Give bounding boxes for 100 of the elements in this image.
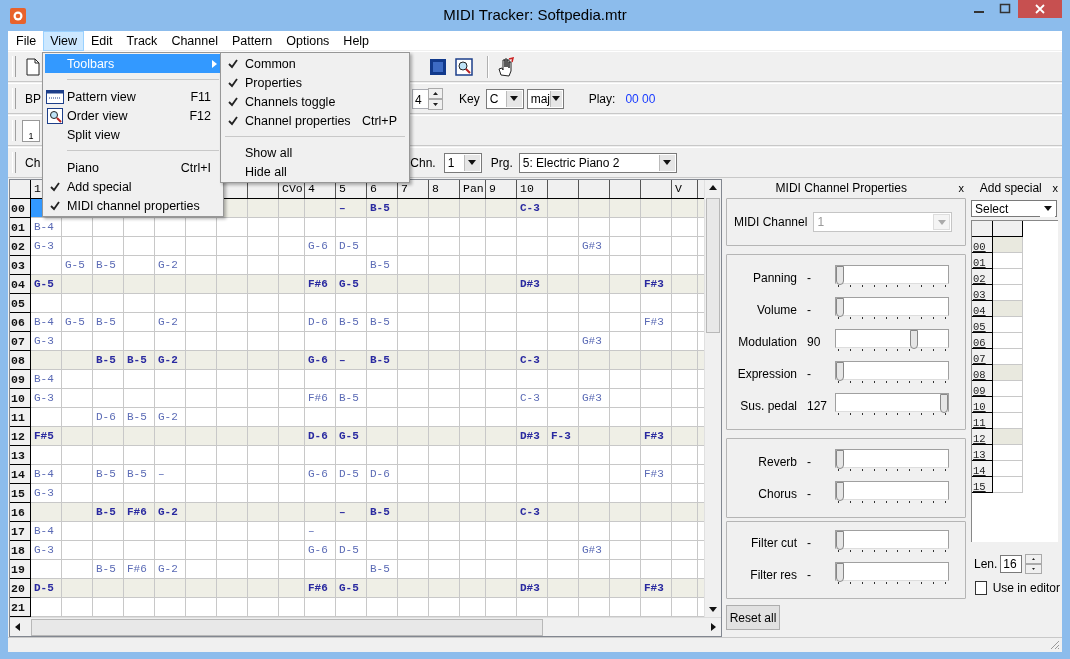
row-number: 12 <box>972 429 993 445</box>
menu-item[interactable]: Channel properties Ctrl+P <box>223 111 407 130</box>
slider-label: Chorus <box>757 487 797 501</box>
menu-item[interactable]: Options <box>279 30 337 51</box>
row-number: 10 <box>972 397 993 413</box>
column-header[interactable]: 7 <box>398 180 429 198</box>
row-number: 19 <box>10 560 31 579</box>
row-number: 01 <box>10 218 31 237</box>
row-number: 00 <box>972 237 993 253</box>
row-number: 21 <box>10 598 31 617</box>
menu-item[interactable]: Hide all <box>223 162 407 181</box>
menu-item[interactable]: Channels toggle <box>223 92 407 111</box>
menu-item[interactable]: Track <box>119 30 165 51</box>
slider-label: Expression <box>736 367 797 381</box>
program-dropdown[interactable]: 5: Electric Piano 2 <box>518 152 677 173</box>
slider-label: Filter cut <box>750 536 797 550</box>
length-label: Len. <box>974 557 998 571</box>
panel-title: MIDI Channel Properties <box>774 180 908 195</box>
menu-item[interactable]: Help <box>336 30 377 51</box>
row-number: 07 <box>972 349 993 365</box>
row-number: 09 <box>972 381 993 397</box>
column-header[interactable]: 8 <box>429 180 460 198</box>
row-number: 06 <box>972 333 993 349</box>
program-label: Prg. <box>490 155 513 170</box>
row-number: 14 <box>10 465 31 484</box>
slider-label: Panning <box>751 271 797 285</box>
spin-field[interactable]: 4 <box>412 88 428 109</box>
menu-item[interactable]: Show all <box>223 143 407 162</box>
length-field[interactable]: 16 <box>1000 555 1023 573</box>
menu-item[interactable]: Piano Ctrl+I <box>45 158 221 177</box>
row-number: 18 <box>10 541 31 560</box>
channel-toggle[interactable]: 1 <box>22 119 40 142</box>
reset-all-button[interactable]: Reset all <box>726 605 780 630</box>
slider-reading: - <box>806 536 812 550</box>
row-number: 01 <box>972 253 993 269</box>
row-number: 02 <box>972 269 993 285</box>
row-number: 16 <box>10 503 31 522</box>
checkbox-label: Use in editor <box>992 581 1060 595</box>
menu-item[interactable]: Pattern view F11 <box>45 87 221 106</box>
row-number: 00 <box>10 199 31 218</box>
channel-label: Ch <box>25 155 41 170</box>
menu-item[interactable]: View <box>43 30 85 51</box>
row-number: 20 <box>10 579 31 598</box>
row-number: 10 <box>10 389 31 408</box>
row-number: 05 <box>972 317 993 333</box>
menu-item[interactable]: Add special <box>45 177 221 196</box>
chn-label: Chn. <box>410 155 436 170</box>
row-number: 17 <box>10 522 31 541</box>
close-button[interactable]: x <box>1050 181 1060 194</box>
column-header[interactable]: 9 <box>486 180 517 198</box>
slider-reading: - <box>806 487 812 501</box>
slider-reading: 127 <box>806 399 829 413</box>
row-number: 08 <box>972 365 993 381</box>
column-header[interactable]: 10 <box>517 180 548 198</box>
row-number: 07 <box>10 332 31 351</box>
row-number: 11 <box>972 413 993 429</box>
slider-label: Modulation <box>737 335 797 349</box>
key-label: Key <box>459 91 480 106</box>
slider-label: Sus. pedal <box>739 399 797 413</box>
column-header[interactable]: V <box>672 180 698 198</box>
menu-item[interactable]: Edit <box>84 30 120 51</box>
row-number: 04 <box>972 301 993 317</box>
mode-dropdown[interactable]: maj <box>526 88 564 109</box>
close-button[interactable]: x <box>956 181 966 194</box>
channel-dropdown[interactable]: 1 <box>443 152 482 173</box>
row-number: 15 <box>972 477 993 493</box>
row-number: 06 <box>10 313 31 332</box>
slider-reading: - <box>806 455 812 469</box>
key-dropdown[interactable]: C <box>485 88 524 109</box>
menu-item[interactable]: File <box>9 30 44 51</box>
slider-label: Reverb <box>757 455 797 469</box>
row-number: 08 <box>10 351 31 370</box>
slider-reading: - <box>806 367 812 381</box>
slider-reading: 90 <box>806 335 822 349</box>
play-label: Play: <box>588 91 616 106</box>
slider-label: Filter res <box>749 568 797 582</box>
menu-item[interactable]: Order view F12 <box>45 106 221 125</box>
menu-item[interactable]: Common <box>223 54 407 73</box>
menu-item[interactable]: Channel <box>164 30 225 51</box>
column-header[interactable]: Pan <box>460 180 486 198</box>
row-number: 03 <box>10 256 31 275</box>
menu-item[interactable]: Split view <box>45 125 221 144</box>
window-title: MIDI Tracker: Softpedia.mtr <box>442 6 628 23</box>
row-number: 11 <box>10 408 31 427</box>
panel-title: Add special <box>978 180 1043 195</box>
play-position: 00 00 <box>625 91 656 106</box>
row-number: 03 <box>972 285 993 301</box>
row-number: 09 <box>10 370 31 389</box>
midi-channel-label: MIDI Channel <box>734 215 808 229</box>
row-number: 14 <box>972 461 993 477</box>
slider-reading: - <box>806 303 812 317</box>
menu-item[interactable]: Pattern <box>224 30 280 51</box>
row-number: 12 <box>10 427 31 446</box>
row-number: 04 <box>10 275 31 294</box>
menu-item[interactable]: Properties <box>223 73 407 92</box>
menu-item[interactable]: MIDI channel properties <box>45 196 221 215</box>
row-number: 15 <box>10 484 31 503</box>
special-dropdown[interactable]: Select <box>971 200 1057 217</box>
row-number: 13 <box>10 446 31 465</box>
bpm-label: BP <box>25 91 41 106</box>
